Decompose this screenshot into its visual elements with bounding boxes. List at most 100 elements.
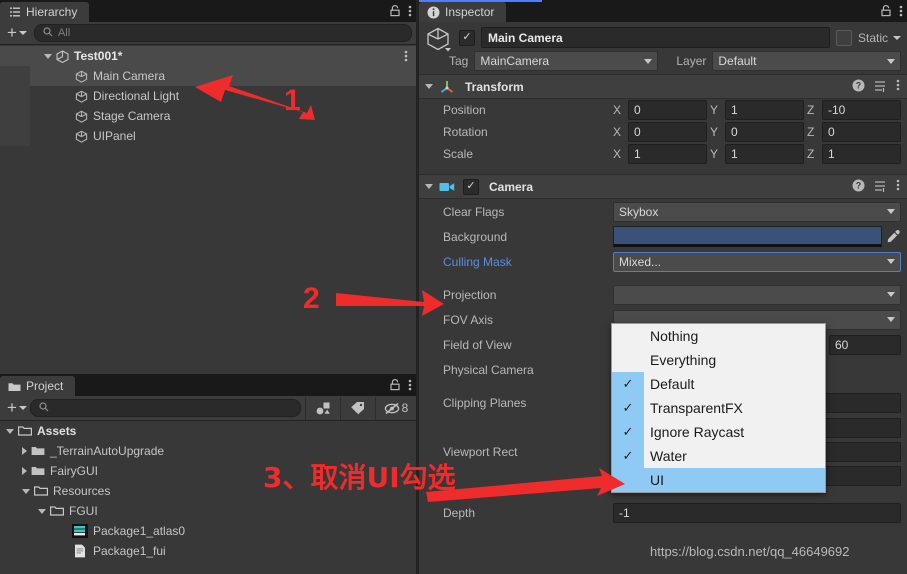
project-item-label: _TerrainAutoUpgrade [50, 444, 165, 458]
camera-enabled-checkbox[interactable]: ✓ [463, 178, 479, 195]
rotation-label: Rotation [443, 125, 488, 139]
scale-x-value: 1 [634, 147, 641, 161]
transform-component-header[interactable]: Transform ? [419, 74, 907, 99]
label-tag-icon[interactable] [340, 396, 375, 420]
clipping-planes-label: Clipping Planes [443, 395, 527, 410]
kebab-menu-icon[interactable] [899, 4, 903, 21]
axis-label-y: Y [710, 125, 719, 139]
hierarchy-search-input[interactable]: All [33, 24, 412, 42]
project-item-package1-atlas0[interactable]: Package1_atlas0 [0, 521, 416, 541]
hierarchy-item-main-camera[interactable]: Main Camera [0, 66, 416, 86]
culling-mask-option-transparentfx[interactable]: ✓ TransparentFX [612, 396, 825, 420]
project-item-resources[interactable]: Resources [0, 481, 416, 501]
row-stripe [0, 126, 30, 146]
tab-project[interactable]: Project [0, 376, 76, 396]
project-item-terrainautoupgrade[interactable]: _TerrainAutoUpgrade [0, 441, 416, 461]
culling-mask-option-label: Ignore Raycast [650, 424, 745, 440]
check-icon [612, 468, 644, 492]
position-y-input[interactable]: 1 [725, 100, 804, 120]
transform-rotation-row: Rotation X 0 Y 0 Z 0 [419, 121, 907, 143]
culling-mask-option-water[interactable]: ✓ Water [612, 444, 825, 468]
preset-icon[interactable] [874, 79, 887, 95]
chevron-down-icon[interactable] [38, 508, 46, 514]
kebab-menu-icon[interactable] [408, 378, 412, 395]
help-icon[interactable]: ? [852, 179, 865, 195]
project-item-fairygui[interactable]: FairyGUI [0, 461, 416, 481]
check-icon: ✓ [612, 420, 644, 444]
texture-asset-icon [72, 524, 88, 538]
rotation-x-input[interactable]: 0 [628, 122, 707, 142]
culling-mask-popup[interactable]: Nothing Everything ✓ Default ✓ Transpare… [611, 323, 826, 493]
hidden-packages-icon[interactable]: 8 [375, 396, 416, 420]
project-item-assets[interactable]: Assets [0, 421, 416, 441]
clear-flags-dropdown[interactable]: Skybox [613, 201, 901, 222]
chevron-down-icon[interactable] [425, 84, 433, 89]
lock-icon[interactable] [880, 4, 892, 20]
hierarchy-add-button[interactable]: + [4, 24, 30, 42]
static-dropdown[interactable]: Static [858, 31, 901, 45]
unity-scene-icon [56, 49, 69, 63]
kebab-menu-icon[interactable] [896, 178, 900, 195]
tab-inspector[interactable]: Inspector [419, 2, 507, 22]
layer-dropdown[interactable]: Default [712, 51, 901, 71]
tab-hierarchy[interactable]: Hierarchy [0, 2, 90, 22]
kebab-menu-icon[interactable] [896, 78, 900, 95]
lock-icon[interactable] [389, 378, 401, 394]
field-of-view-input[interactable]: 60 [829, 334, 901, 355]
chevron-down-icon[interactable] [6, 428, 14, 434]
culling-mask-option-ui[interactable]: UI [612, 468, 825, 492]
hierarchy-item-directional-light[interactable]: Directional Light [0, 86, 416, 106]
gameobject-name-value: Main Camera [488, 30, 563, 45]
background-label: Background [443, 229, 508, 244]
chevron-right-icon[interactable] [22, 467, 27, 475]
culling-mask-option-ignore-raycast[interactable]: ✓ Ignore Raycast [612, 420, 825, 444]
project-add-button[interactable]: + [4, 399, 30, 417]
chevron-right-icon[interactable] [22, 447, 27, 455]
culling-mask-option-nothing[interactable]: Nothing [612, 324, 825, 348]
check-icon: ✓ [612, 372, 644, 396]
project-item-package1-fui[interactable]: Package1_fui [0, 541, 416, 561]
hierarchy-item-stage-camera[interactable]: Stage Camera [0, 106, 416, 126]
culling-mask-option-default[interactable]: ✓ Default [612, 372, 825, 396]
position-fields: X 0 Y 1 Z -10 [613, 100, 907, 120]
hierarchy-tabstrip: Hierarchy [0, 0, 416, 22]
scale-z-input[interactable]: 1 [822, 144, 901, 164]
scale-y-input[interactable]: 1 [725, 144, 804, 164]
position-z-input[interactable]: -10 [822, 100, 901, 120]
rotation-y-input[interactable]: 0 [725, 122, 804, 142]
gameobject-enabled-checkbox[interactable]: ✓ [459, 29, 475, 46]
rotation-z-input[interactable]: 0 [822, 122, 901, 142]
preset-icon[interactable] [874, 179, 887, 195]
static-checkbox[interactable] [835, 29, 852, 46]
depth-input[interactable]: -1 [613, 503, 901, 523]
chevron-down-icon[interactable] [44, 53, 52, 59]
asset-filter-icon[interactable] [305, 396, 340, 420]
tag-dropdown[interactable]: MainCamera [474, 51, 659, 71]
project-item-fgui[interactable]: FGUI [0, 501, 416, 521]
project-item-label: Resources [53, 484, 111, 498]
camera-component-header[interactable]: ✓ Camera ? [419, 174, 907, 199]
background-color-swatch[interactable] [613, 226, 882, 247]
hierarchy-item-uipanel[interactable]: UIPanel [0, 126, 416, 146]
position-x-input[interactable]: 0 [628, 100, 707, 120]
kebab-menu-icon[interactable] [408, 4, 412, 21]
help-icon[interactable]: ? [852, 79, 865, 95]
culling-mask-dropdown[interactable]: Mixed... [613, 251, 901, 272]
scale-x-input[interactable]: 1 [628, 144, 707, 164]
gameobject-name-field[interactable]: Main Camera [481, 27, 830, 48]
folder-open-icon [50, 505, 64, 517]
chevron-down-icon[interactable] [22, 488, 30, 494]
eyedropper-icon[interactable] [886, 229, 901, 244]
project-item-label: Package1_atlas0 [93, 524, 186, 538]
hierarchy-search-placeholder: All [57, 27, 71, 39]
kebab-menu-icon[interactable] [404, 49, 408, 66]
hierarchy-scene-row[interactable]: Test001* [0, 46, 416, 66]
projection-dropdown[interactable] [613, 284, 901, 305]
chevron-down-icon[interactable] [425, 184, 433, 189]
culling-mask-value: Mixed... [619, 254, 662, 269]
project-search-input[interactable] [29, 399, 301, 417]
lock-icon[interactable] [389, 4, 401, 20]
culling-mask-option-everything[interactable]: Everything [612, 348, 825, 372]
inspector-tabstrip: Inspector [419, 0, 907, 22]
svg-text:?: ? [856, 180, 862, 190]
